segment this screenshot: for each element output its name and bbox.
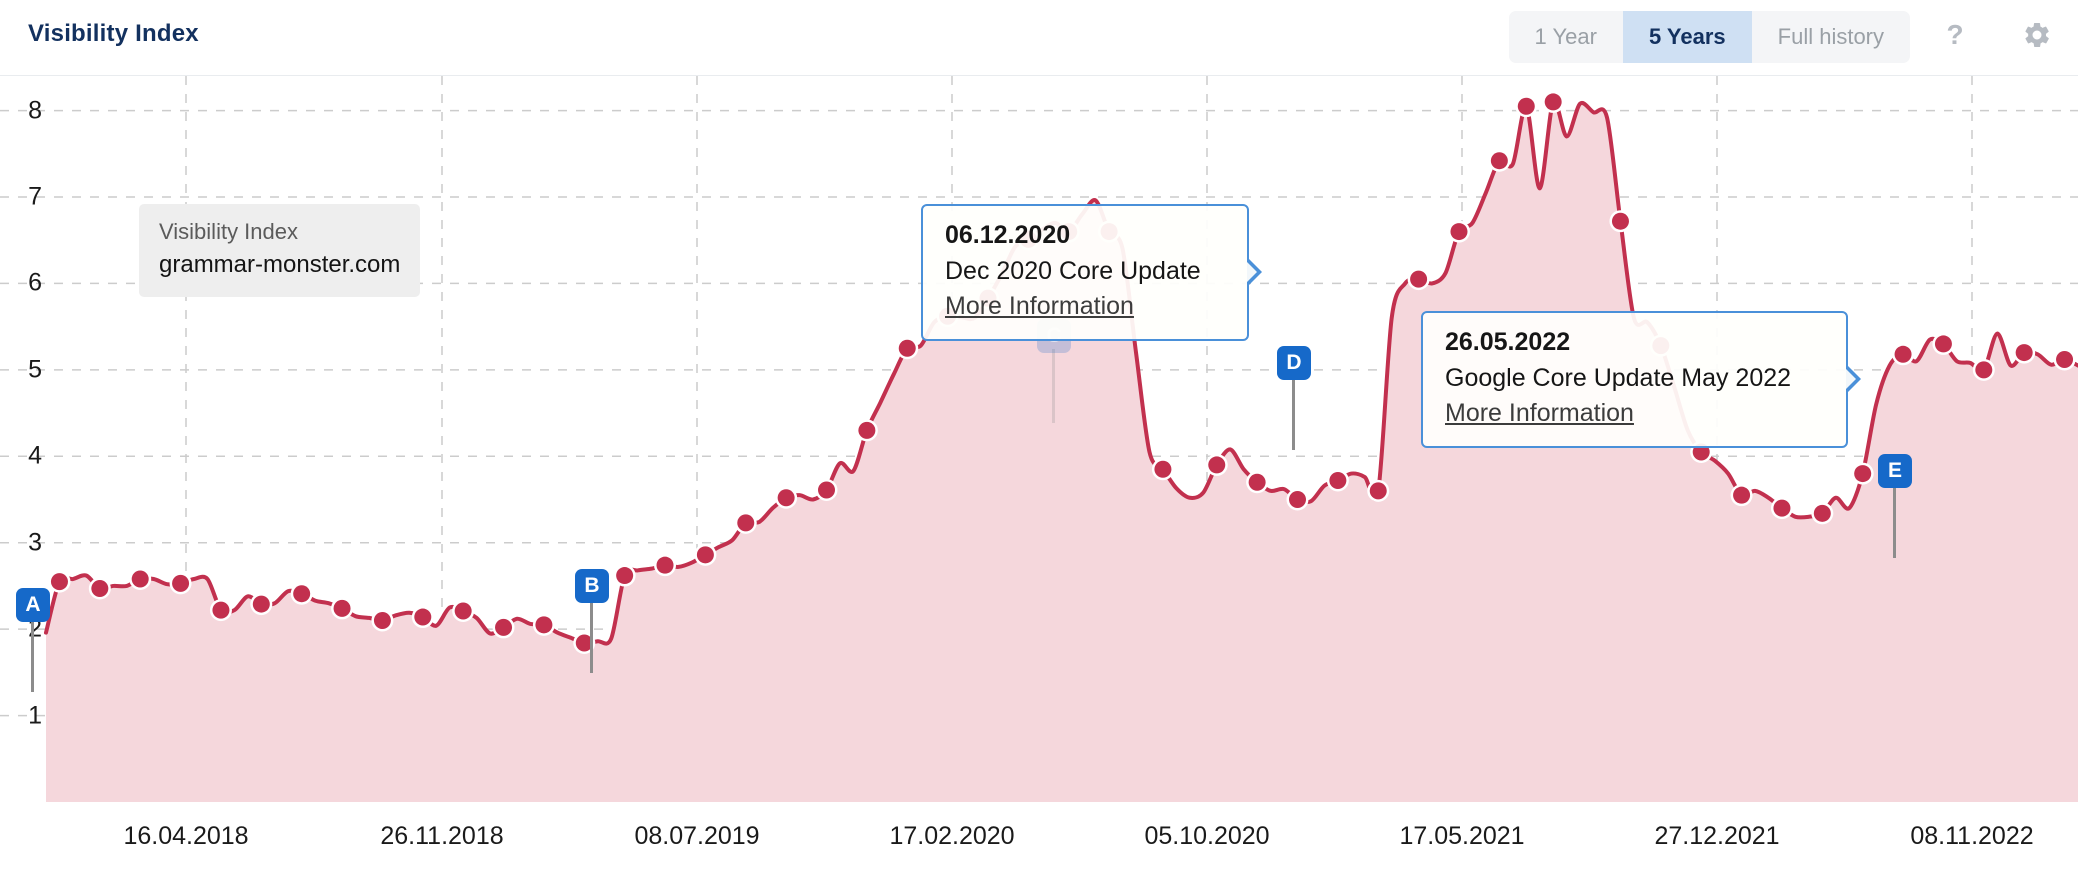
x-axis-tick: 08.07.2019	[634, 822, 760, 850]
chart-plot-area: 12345678 ABCDE Visibility Index grammar-…	[0, 76, 2078, 802]
series-data-point[interactable]	[858, 421, 876, 439]
y-axis-tick: 7	[28, 182, 42, 211]
range-button-5-years[interactable]: 5 Years	[1622, 11, 1752, 63]
series-data-point[interactable]	[1544, 93, 1562, 111]
series-data-point[interactable]	[252, 595, 270, 613]
annotation-callout-google-core-update-may-2022[interactable]: 26.05.2022 Google Core Update May 2022 M…	[1421, 311, 1861, 448]
series-data-point[interactable]	[737, 514, 755, 532]
series-data-point[interactable]	[1329, 471, 1347, 489]
series-data-point[interactable]	[1894, 345, 1912, 363]
legend-metric-label: Visibility Index	[159, 219, 298, 244]
y-axis-tick: 3	[28, 528, 42, 557]
event-marker-stem	[590, 599, 593, 673]
series-data-point[interactable]	[1611, 212, 1629, 230]
series-data-point[interactable]	[333, 599, 351, 617]
y-axis-tick: 4	[28, 441, 42, 470]
series-data-point[interactable]	[656, 556, 674, 574]
series-data-point[interactable]	[293, 585, 311, 603]
x-axis-tick: 17.05.2021	[1399, 822, 1525, 850]
range-button-full-history[interactable]: Full history	[1752, 11, 1910, 63]
series-data-point[interactable]	[1854, 465, 1872, 483]
series-data-point[interactable]	[2015, 344, 2033, 362]
y-axis-tick: 5	[28, 355, 42, 384]
event-marker-stem	[1292, 376, 1295, 450]
event-marker-b[interactable]: B	[575, 569, 609, 603]
series-data-point[interactable]	[1934, 335, 1952, 353]
question-mark-icon[interactable]: ?	[1938, 18, 1972, 52]
event-marker-a[interactable]: A	[16, 588, 50, 622]
series-data-point[interactable]	[1248, 473, 1266, 491]
series-data-point[interactable]	[616, 567, 634, 585]
series-data-point[interactable]	[1369, 482, 1387, 500]
series-data-point[interactable]	[414, 608, 432, 626]
series-data-point[interactable]	[454, 602, 472, 620]
callout-pointer	[1845, 365, 1861, 394]
series-data-point[interactable]	[1517, 97, 1535, 115]
series-data-point[interactable]	[212, 601, 230, 619]
series-data-point[interactable]	[1154, 460, 1172, 478]
x-axis-tick: 08.11.2022	[1910, 822, 2034, 850]
series-data-point[interactable]	[1410, 270, 1428, 288]
series-data-point[interactable]	[535, 616, 553, 634]
series-data-point[interactable]	[172, 574, 190, 592]
x-axis-tick: 05.10.2020	[1144, 822, 1270, 850]
x-axis-tick: 16.04.2018	[123, 822, 249, 850]
series-data-point[interactable]	[1288, 491, 1306, 508]
gear-icon[interactable]	[2020, 18, 2054, 52]
y-axis-tick: 1	[28, 701, 42, 730]
series-data-point[interactable]	[50, 573, 68, 591]
series-legend-box: Visibility Index grammar-monster.com	[139, 204, 421, 297]
series-data-point[interactable]	[1813, 504, 1831, 522]
visibility-index-chart-widget: Visibility Index 1 Year 5 Years Full his…	[0, 0, 2078, 880]
series-data-point[interactable]	[1208, 456, 1226, 474]
callout-description: Google Core Update May 2022	[1445, 363, 1792, 392]
event-marker-stem	[1893, 484, 1896, 558]
event-marker-e[interactable]: E	[1878, 454, 1912, 488]
y-axis-tick: 6	[28, 268, 42, 297]
series-data-point[interactable]	[898, 339, 916, 357]
series-data-point[interactable]	[91, 580, 109, 598]
x-axis-tick: 27.12.2021	[1654, 822, 1780, 850]
widget-header: Visibility Index 1 Year 5 Years Full his…	[0, 0, 2078, 76]
callout-more-information-link[interactable]: More Information	[1445, 396, 1824, 432]
series-data-point[interactable]	[777, 489, 795, 507]
callout-date: 26.05.2022	[1445, 328, 1571, 356]
series-data-point[interactable]	[818, 481, 836, 499]
event-marker-stem	[1052, 349, 1055, 423]
series-data-point[interactable]	[131, 570, 149, 588]
event-marker-d[interactable]: D	[1277, 346, 1311, 380]
annotation-callout-dec-2020-core-update[interactable]: 06.12.2020 Dec 2020 Core Update More Inf…	[921, 204, 1262, 341]
page-title: Visibility Index	[28, 20, 199, 47]
series-data-point[interactable]	[1975, 361, 1993, 379]
series-data-point[interactable]	[1733, 486, 1751, 504]
series-data-point[interactable]	[1490, 152, 1508, 170]
y-axis-tick: 8	[28, 96, 42, 125]
callout-description: Dec 2020 Core Update	[945, 256, 1201, 285]
callout-pointer	[1246, 258, 1262, 287]
range-button-1-year[interactable]: 1 Year	[1509, 11, 1623, 63]
event-marker-stem	[31, 618, 34, 692]
legend-domain-label: grammar-monster.com	[159, 250, 401, 278]
x-axis-tick: 17.02.2020	[889, 822, 1015, 850]
series-data-point[interactable]	[1773, 499, 1791, 517]
time-range-toggle-group[interactable]: 1 Year 5 Years Full history	[1508, 11, 1910, 63]
series-data-point[interactable]	[1450, 223, 1468, 241]
callout-more-information-link[interactable]: More Information	[945, 289, 1225, 325]
x-axis-tick-labels: 16.04.2018 26.11.2018 08.07.2019 17.02.2020…	[0, 802, 2078, 880]
series-data-point[interactable]	[373, 612, 391, 629]
callout-date: 06.12.2020	[945, 221, 1071, 249]
x-axis-tick: 26.11.2018	[380, 822, 504, 850]
series-data-point[interactable]	[2056, 350, 2074, 368]
series-data-point[interactable]	[495, 618, 513, 636]
series-data-point[interactable]	[696, 546, 714, 564]
